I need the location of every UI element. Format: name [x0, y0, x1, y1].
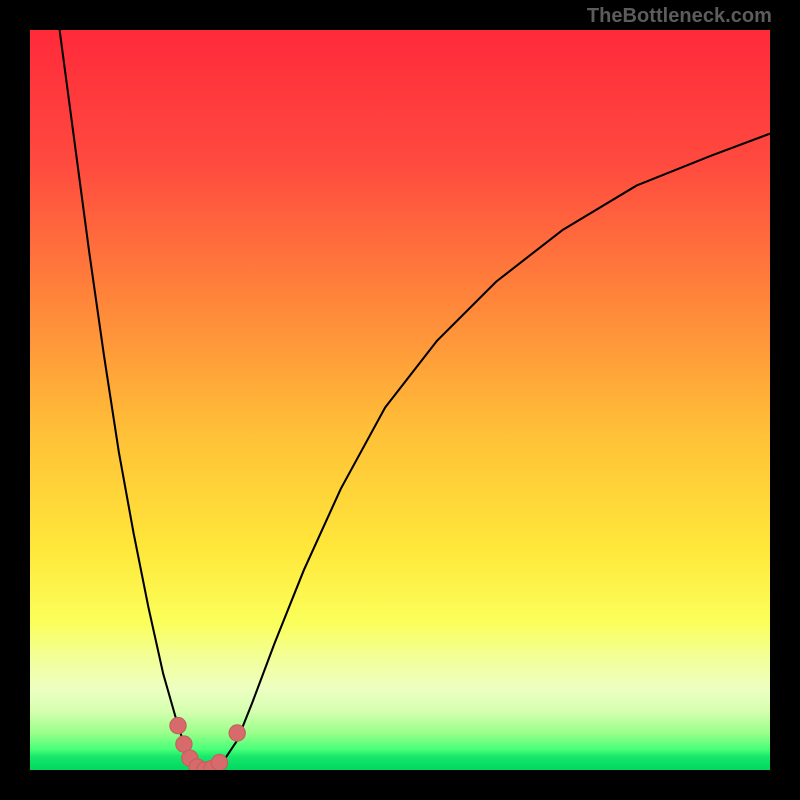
marker-dot — [211, 754, 227, 770]
marker-dot — [229, 725, 245, 741]
plot-area — [30, 30, 770, 770]
chart-frame: TheBottleneck.com — [0, 0, 800, 800]
bottleneck-curve — [60, 30, 770, 770]
marker-dot — [170, 717, 186, 733]
curve-layer — [30, 30, 770, 770]
watermark-text: TheBottleneck.com — [587, 5, 772, 28]
